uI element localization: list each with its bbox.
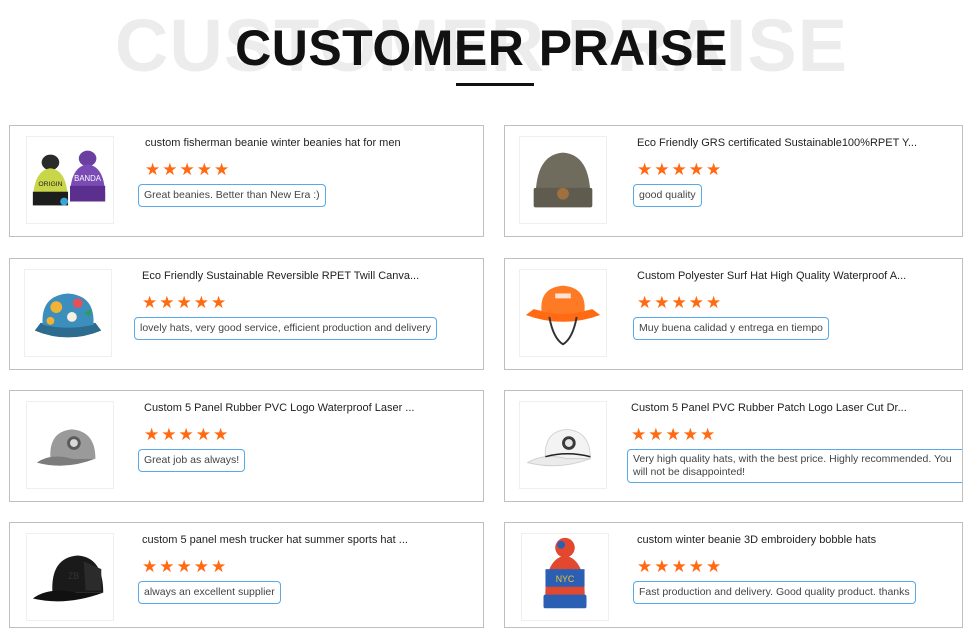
star-icon: ★ (700, 425, 716, 445)
product-title[interactable]: custom fisherman beanie winter beanies h… (145, 137, 473, 149)
star-icon: ★ (688, 293, 704, 313)
star-icon: ★ (144, 425, 160, 445)
star-icon: ★ (176, 557, 192, 577)
section-header: CUSTOMER PRAISE CUSTOMER PRAISE (0, 0, 963, 100)
star-icon: ★ (159, 293, 175, 313)
star-icon: ★ (179, 160, 195, 180)
star-rating: ★ ★ ★ ★ ★ (637, 160, 721, 180)
star-icon: ★ (671, 160, 687, 180)
star-icon: ★ (211, 557, 227, 577)
review-card[interactable]: Custom 5 Panel Rubber PVC Logo Waterproo… (9, 390, 484, 502)
product-image[interactable] (519, 269, 607, 357)
star-icon: ★ (654, 160, 670, 180)
review-card[interactable]: Custom Polyester Surf Hat High Quality W… (504, 258, 963, 370)
review-text: Great job as always! (138, 449, 246, 472)
star-rating: ★ ★ ★ ★ ★ (144, 425, 228, 445)
star-icon: ★ (637, 557, 653, 577)
star-icon: ★ (161, 425, 177, 445)
review-card[interactable]: Eco Friendly Sustainable Reversible RPET… (9, 258, 484, 370)
svg-text:ZB: ZB (68, 571, 79, 581)
product-image[interactable] (519, 136, 607, 224)
star-icon: ★ (193, 557, 209, 577)
product-image[interactable]: ZB (26, 533, 114, 621)
star-icon: ★ (196, 160, 212, 180)
svg-text:BANDA: BANDA (74, 174, 102, 183)
star-rating: ★ ★ ★ ★ ★ (637, 557, 721, 577)
review-text: always an excellent supplier (138, 581, 281, 604)
star-icon: ★ (214, 160, 230, 180)
review-card[interactable]: Eco Friendly GRS certificated Sustainabl… (504, 125, 963, 237)
star-icon: ★ (142, 557, 158, 577)
review-card[interactable]: Custom 5 Panel PVC Rubber Patch Logo Las… (504, 390, 963, 502)
star-icon: ★ (195, 425, 211, 445)
review-text: Very high quality hats, with the best pr… (627, 449, 962, 483)
svg-text:ORIGIN: ORIGIN (38, 181, 62, 188)
page-title: CUSTOMER PRAISE (235, 20, 728, 76)
star-icon: ★ (145, 160, 161, 180)
star-rating: ★ ★ ★ ★ ★ (142, 293, 226, 313)
star-rating: ★ ★ ★ ★ ★ (631, 425, 715, 445)
review-card[interactable]: NYC custom winter beanie 3D embroidery b… (504, 522, 963, 628)
star-icon: ★ (688, 557, 704, 577)
star-icon: ★ (682, 425, 698, 445)
star-rating: ★ ★ ★ ★ ★ (637, 293, 721, 313)
white-cap-icon (526, 428, 591, 467)
grey-cap-icon (36, 429, 96, 466)
star-icon: ★ (654, 557, 670, 577)
review-card[interactable]: BANDA ORIGIN custom fisherman beanie win… (9, 125, 484, 237)
product-image[interactable] (519, 401, 607, 489)
product-image[interactable]: NYC (521, 533, 609, 621)
star-icon: ★ (142, 293, 158, 313)
beanie-pair-icon: BANDA ORIGIN (32, 150, 106, 206)
star-icon: ★ (213, 425, 229, 445)
product-title[interactable]: Custom Polyester Surf Hat High Quality W… (637, 270, 952, 282)
star-icon: ★ (671, 293, 687, 313)
black-trucker-hat-icon: ZB (32, 555, 104, 602)
star-icon: ★ (706, 557, 722, 577)
star-icon: ★ (159, 557, 175, 577)
product-image[interactable] (26, 401, 114, 489)
star-icon: ★ (637, 160, 653, 180)
review-text: Muy buena calidad y entrega en tiempo (633, 317, 829, 340)
review-text: lovely hats, very good service, efficien… (134, 317, 438, 340)
star-icon: ★ (211, 293, 227, 313)
orange-surf-hat-icon (525, 285, 601, 346)
star-rating: ★ ★ ★ ★ ★ (142, 557, 226, 577)
bobble-beanie-icon: NYC (543, 537, 587, 609)
product-title[interactable]: Eco Friendly Sustainable Reversible RPET… (142, 270, 473, 282)
product-title[interactable]: custom 5 panel mesh trucker hat summer s… (142, 534, 473, 546)
floral-bucket-hat-icon (34, 293, 102, 338)
review-card[interactable]: ZB custom 5 panel mesh trucker hat summe… (9, 522, 484, 628)
star-icon: ★ (688, 160, 704, 180)
star-icon: ★ (631, 425, 647, 445)
star-rating: ★ ★ ★ ★ ★ (145, 160, 229, 180)
star-icon: ★ (162, 160, 178, 180)
star-icon: ★ (665, 425, 681, 445)
review-text: good quality (633, 184, 702, 207)
product-image[interactable]: BANDA ORIGIN (26, 136, 114, 224)
star-icon: ★ (706, 293, 722, 313)
product-title[interactable]: custom winter beanie 3D embroidery bobbl… (637, 534, 952, 546)
product-title[interactable]: Custom 5 Panel Rubber PVC Logo Waterproo… (144, 402, 473, 414)
review-text: Great beanies. Better than New Era :) (138, 184, 326, 207)
star-icon: ★ (648, 425, 664, 445)
star-icon: ★ (706, 160, 722, 180)
product-title[interactable]: Eco Friendly GRS certificated Sustainabl… (637, 137, 952, 149)
star-icon: ★ (176, 293, 192, 313)
svg-text:NYC: NYC (556, 574, 575, 584)
review-text: Fast production and delivery. Good quali… (633, 581, 916, 604)
product-title[interactable]: Custom 5 Panel PVC Rubber Patch Logo Las… (631, 402, 952, 414)
star-icon: ★ (671, 557, 687, 577)
product-image[interactable] (24, 269, 112, 357)
star-icon: ★ (654, 293, 670, 313)
star-icon: ★ (193, 293, 209, 313)
star-icon: ★ (178, 425, 194, 445)
title-underline (456, 83, 534, 86)
star-icon: ★ (637, 293, 653, 313)
grey-beanie-icon (533, 152, 593, 208)
